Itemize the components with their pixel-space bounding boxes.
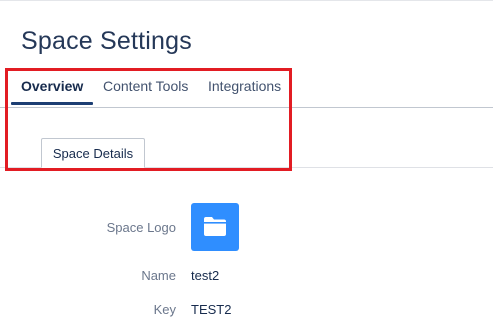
tabs-divider — [0, 107, 493, 108]
page-title: Space Settings — [21, 27, 192, 55]
name-value: test2 — [191, 268, 220, 283]
top-divider — [0, 0, 493, 1]
name-label: Name — [141, 268, 176, 283]
settings-tabs: Overview Content Tools Integrations — [0, 68, 493, 108]
tab-content-tools[interactable]: Content Tools — [103, 77, 188, 95]
tab-overview[interactable]: Overview — [21, 77, 83, 95]
space-logo-label: Space Logo — [106, 220, 176, 235]
subtab-space-details[interactable]: Space Details — [41, 138, 145, 168]
key-label: Key — [153, 302, 176, 317]
folder-icon — [204, 217, 226, 236]
space-logo-button[interactable] — [191, 203, 239, 251]
tab-integrations[interactable]: Integrations — [208, 77, 281, 95]
space-settings-page: Space Settings Overview Content Tools In… — [0, 0, 493, 334]
key-value: TEST2 — [191, 302, 232, 317]
active-tab-indicator — [11, 102, 93, 105]
